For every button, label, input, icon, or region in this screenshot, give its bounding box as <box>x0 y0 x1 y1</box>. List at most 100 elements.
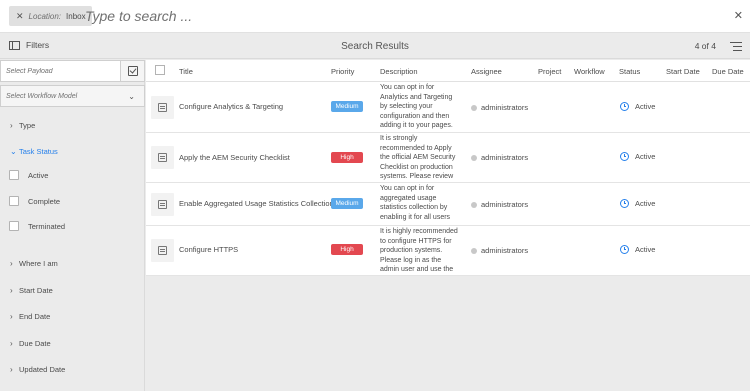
table-header: Title Priority Description Assignee Proj… <box>146 60 750 82</box>
chevron-right-icon: › <box>10 365 13 374</box>
assignee-name: administrators <box>481 200 529 209</box>
filter-panel: Select Workflow Model ⌄ › Type ⌄ Task St… <box>0 60 145 391</box>
task-icon <box>158 246 167 255</box>
assignee-name: administrators <box>481 153 529 162</box>
accordion-updated-date[interactable]: › Updated Date <box>10 365 65 374</box>
accordion-label: Task Status <box>19 147 58 156</box>
accordion-end-date[interactable]: › End Date <box>10 312 50 321</box>
accordion-start-date[interactable]: › Start Date <box>10 286 53 295</box>
tag-value: Inbox <box>66 11 86 21</box>
page-title: Search Results <box>341 41 409 52</box>
accordion-label: Start Date <box>19 286 53 295</box>
status-option-complete[interactable]: Complete <box>9 196 60 206</box>
checkbox-label: Terminated <box>28 221 66 231</box>
chevron-down-icon: ⌄ <box>10 147 17 156</box>
chevron-right-icon: › <box>10 259 13 268</box>
payload-picker <box>0 60 145 82</box>
assignee: administrators <box>471 246 528 255</box>
checkbox-label: Active <box>28 170 49 180</box>
accordion-where-i-am[interactable]: › Where I am <box>10 259 58 268</box>
workflow-model-placeholder: Select Workflow Model <box>6 93 78 100</box>
clock-icon <box>620 152 629 161</box>
status: Active <box>620 102 655 111</box>
task-description: It is strongly recommended to Apply the … <box>380 135 456 181</box>
workflow-model-select[interactable]: Select Workflow Model ⌄ <box>0 85 145 107</box>
tag-label: Location: <box>28 11 62 21</box>
side-panel-icon <box>9 40 20 50</box>
avatar <box>471 154 477 161</box>
status-option-terminated[interactable]: Terminated <box>9 221 65 231</box>
column-assignee[interactable]: Assignee <box>471 67 502 76</box>
assignee: administrators <box>471 200 528 209</box>
task-thumbnail <box>151 239 174 262</box>
task-icon <box>158 153 167 162</box>
status: Active <box>620 199 655 208</box>
list-view-icon[interactable] <box>730 42 742 52</box>
assignee: administrators <box>471 103 528 112</box>
status-label: Active <box>635 199 656 208</box>
column-due-date[interactable]: Due Date <box>712 67 744 76</box>
table-row[interactable]: Enable Aggregated Usage Statistics Colle… <box>146 183 750 226</box>
task-thumbnail <box>151 193 174 216</box>
accordion-label: Due Date <box>19 339 51 348</box>
omnisearch-bar: ✕ Location: Inbox ✕ <box>0 0 750 33</box>
task-thumbnail <box>151 96 174 119</box>
assignee: administrators <box>471 153 528 162</box>
column-status[interactable]: Status <box>619 67 640 76</box>
result-count: 4 of 4 <box>694 41 716 51</box>
task-description: You can opt in for aggregated usage stat… <box>380 185 451 221</box>
clock-icon <box>620 245 629 254</box>
chevron-right-icon: › <box>10 286 13 295</box>
clock-icon <box>620 102 629 111</box>
filters-label: Filters <box>26 40 50 50</box>
results-table: Title Priority Description Assignee Proj… <box>146 60 750 391</box>
location-filter-tag[interactable]: ✕ Location: Inbox <box>9 6 92 26</box>
accordion-task-status[interactable]: ⌄ Task Status <box>10 147 58 156</box>
clock-icon <box>620 199 629 208</box>
accordion-due-date[interactable]: › Due Date <box>10 339 51 348</box>
select-all-checkbox[interactable] <box>155 65 165 75</box>
task-description: It is highly recommended to configure HT… <box>380 228 458 274</box>
search-input[interactable] <box>85 4 645 28</box>
table-row[interactable]: Apply the AEM Security Checklist High It… <box>146 133 750 183</box>
column-start-date[interactable]: Start Date <box>666 67 700 76</box>
checkbox-label: Complete <box>28 196 61 206</box>
checkbox[interactable] <box>9 196 19 206</box>
task-title: Enable Aggregated Usage Statistics Colle… <box>179 199 334 208</box>
task-title: Configure Analytics & Targeting <box>179 102 284 111</box>
table-row[interactable]: Configure HTTPS High It is highly recomm… <box>146 226 750 276</box>
checkbox[interactable] <box>9 170 19 180</box>
task-title: Apply the AEM Security Checklist <box>179 153 290 162</box>
accordion-label: Where I am <box>19 259 58 268</box>
status-label: Active <box>635 152 656 161</box>
task-description: You can opt in for Analytics and Targeti… <box>380 84 453 130</box>
assignee-name: administrators <box>481 103 529 112</box>
task-title: Configure HTTPS <box>179 245 239 254</box>
filters-toggle-button[interactable]: Filters <box>9 40 49 50</box>
column-workflow[interactable]: Workflow <box>574 67 605 76</box>
status: Active <box>620 245 655 254</box>
table-row[interactable]: Configure Analytics & Targeting Medium Y… <box>146 82 750 133</box>
chevron-right-icon: › <box>10 121 13 130</box>
remove-tag-icon[interactable]: ✕ <box>16 11 24 21</box>
column-priority[interactable]: Priority <box>331 67 354 76</box>
accordion-type[interactable]: › Type <box>10 121 35 130</box>
status-option-active[interactable]: Active <box>9 170 48 180</box>
payload-picker-button[interactable] <box>121 60 145 82</box>
close-icon[interactable]: ✕ <box>734 9 743 22</box>
column-project[interactable]: Project <box>538 67 561 76</box>
checkbox[interactable] <box>9 221 19 231</box>
chevron-right-icon: › <box>10 339 13 348</box>
priority-badge: Medium <box>331 101 363 112</box>
avatar <box>471 247 477 254</box>
task-thumbnail <box>151 146 174 169</box>
column-description[interactable]: Description <box>380 67 418 76</box>
accordion-label: Type <box>19 121 36 130</box>
priority-badge: High <box>331 152 363 163</box>
check-icon <box>127 66 138 76</box>
accordion-label: Updated Date <box>19 365 66 374</box>
status: Active <box>620 152 655 161</box>
column-title[interactable]: Title <box>179 67 193 76</box>
payload-input[interactable] <box>0 60 121 82</box>
priority-badge: High <box>331 244 363 255</box>
